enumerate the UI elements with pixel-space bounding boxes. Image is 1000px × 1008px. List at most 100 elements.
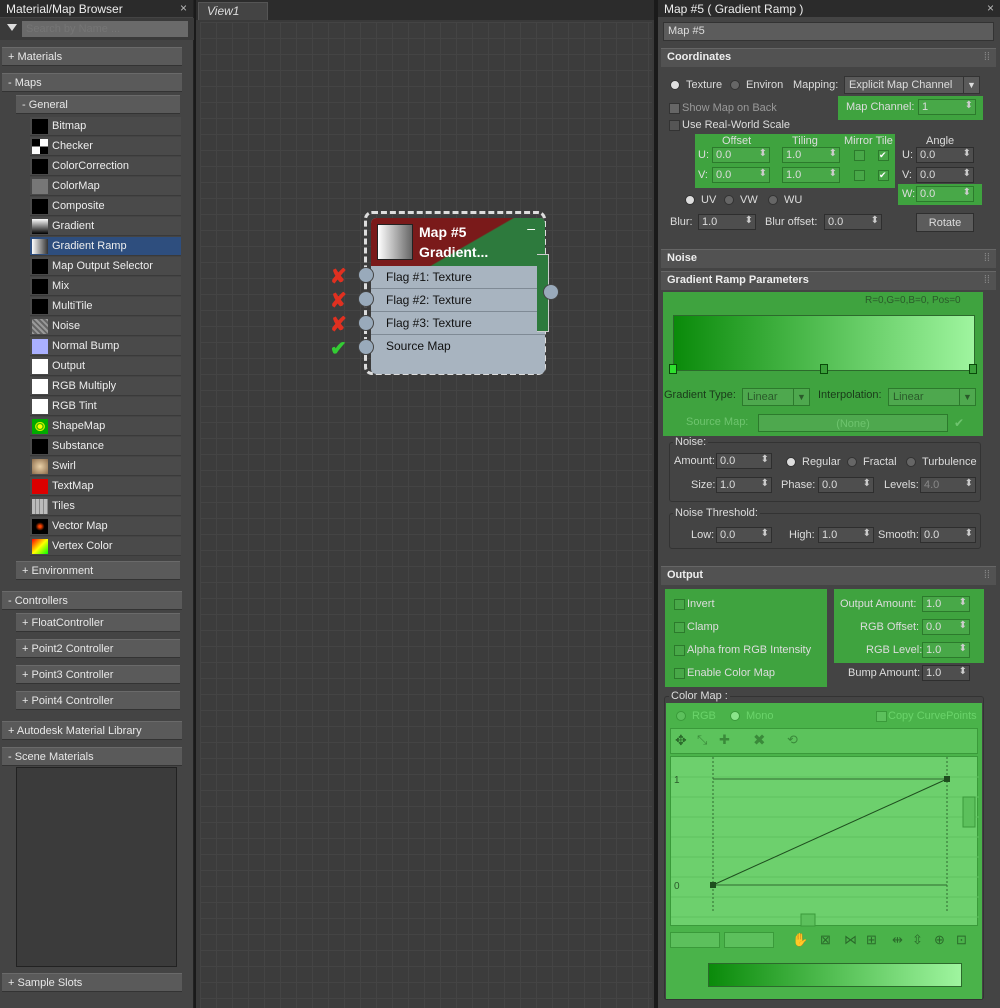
category-environment[interactable]: + Environment bbox=[16, 561, 180, 580]
mono-radio[interactable] bbox=[730, 711, 740, 721]
rgb-radio[interactable] bbox=[676, 711, 686, 721]
zoom-extents-icon[interactable]: ⊠ bbox=[820, 932, 831, 948]
scale-point-icon[interactable]: ⤡ bbox=[697, 732, 707, 748]
map-item-rgb-tint[interactable]: RGB Tint bbox=[30, 397, 181, 416]
v-offset-spinner[interactable]: 0.0 bbox=[712, 167, 770, 183]
map-item-rgb-multiply[interactable]: RGB Multiply bbox=[30, 377, 181, 396]
rgb-offset-spinner[interactable]: 0.0 bbox=[922, 619, 970, 635]
map-item-noise[interactable]: Noise bbox=[30, 317, 181, 336]
fractal-radio[interactable] bbox=[847, 457, 857, 467]
map-item-colormap[interactable]: ColorMap bbox=[30, 177, 181, 196]
map-item-gradient[interactable]: Gradient bbox=[30, 217, 181, 236]
dropdown-triangle-icon[interactable] bbox=[7, 24, 17, 31]
alpha-from-rgb-checkbox[interactable] bbox=[674, 645, 685, 656]
copy-curve-points-checkbox[interactable] bbox=[876, 711, 887, 722]
category-maps[interactable]: - Maps bbox=[2, 73, 182, 92]
rollout-noise[interactable]: Noise ⁞⁞ bbox=[661, 249, 996, 268]
port-output[interactable] bbox=[543, 284, 559, 300]
category-sample-slots[interactable]: + Sample Slots bbox=[2, 973, 182, 992]
u-tile-checkbox[interactable]: ✔ bbox=[878, 150, 889, 161]
v-tiling-spinner[interactable]: 1.0 bbox=[782, 167, 840, 183]
category-scene-materials[interactable]: - Scene Materials bbox=[2, 747, 182, 766]
map-node-header[interactable]: Map #5 Gradient... – bbox=[371, 218, 545, 266]
clamp-checkbox[interactable] bbox=[674, 622, 685, 633]
category-float-controller[interactable]: + FloatController bbox=[16, 613, 180, 632]
uv-radio[interactable] bbox=[685, 195, 695, 205]
phase-spinner[interactable]: 0.0 bbox=[818, 477, 874, 493]
map-item-substance[interactable]: Substance bbox=[30, 437, 181, 456]
move-icon[interactable]: ✥ bbox=[675, 732, 687, 749]
map-item-bitmap[interactable]: Bitmap bbox=[30, 117, 181, 136]
category-point4-controller[interactable]: + Point4 Controller bbox=[16, 691, 180, 710]
smooth-spinner[interactable]: 0.0 bbox=[920, 527, 976, 543]
u-offset-spinner[interactable]: 0.0 bbox=[712, 147, 770, 163]
invert-checkbox[interactable] bbox=[674, 599, 685, 610]
output-amount-spinner[interactable]: 1.0 bbox=[922, 596, 970, 612]
category-point2-controller[interactable]: + Point2 Controller bbox=[16, 639, 180, 658]
rollout-output[interactable]: Output ⁞⁞ bbox=[661, 566, 996, 585]
scene-materials-list[interactable] bbox=[16, 767, 177, 967]
map-item-shapemap[interactable]: ShapeMap bbox=[30, 417, 181, 436]
map-item-mix[interactable]: Mix bbox=[30, 277, 181, 296]
slot-flag3[interactable]: Flag #3: Texture bbox=[371, 312, 545, 335]
map-item-output[interactable]: Output bbox=[30, 357, 181, 376]
pan-icon[interactable]: ✋ bbox=[792, 932, 808, 948]
v-tile-checkbox[interactable]: ✔ bbox=[878, 170, 889, 181]
show-map-on-back-checkbox[interactable] bbox=[669, 103, 680, 114]
port-flag1[interactable] bbox=[358, 267, 374, 283]
blur-offset-spinner[interactable]: 0.0 bbox=[824, 214, 882, 230]
reset-curve-icon[interactable]: ⟲ bbox=[787, 732, 798, 748]
curve-y-field[interactable] bbox=[724, 932, 774, 948]
high-spinner[interactable]: 1.0 bbox=[818, 527, 874, 543]
rollout-coordinates[interactable]: Coordinates ⁞⁞ bbox=[661, 48, 996, 67]
map-item-textmap[interactable]: TextMap bbox=[30, 477, 181, 496]
gradient-flag-end[interactable] bbox=[969, 364, 977, 374]
zoom-horizontally-icon[interactable]: ⇹ bbox=[892, 932, 903, 948]
map-item-swirl[interactable]: Swirl bbox=[30, 457, 181, 476]
minimize-icon[interactable]: – bbox=[527, 220, 535, 236]
zoom-vertically-icon[interactable]: ⇳ bbox=[912, 932, 923, 948]
environ-radio[interactable] bbox=[730, 80, 740, 90]
close-icon[interactable]: × bbox=[180, 1, 187, 15]
rgb-level-spinner[interactable]: 1.0 bbox=[922, 642, 970, 658]
turbulence-radio[interactable] bbox=[906, 457, 916, 467]
map-item-checker[interactable]: Checker bbox=[30, 137, 181, 156]
u-angle-spinner[interactable]: 0.0 bbox=[916, 147, 974, 163]
map-channel-spinner[interactable]: 1 bbox=[918, 99, 976, 115]
map-item-tiles[interactable]: Tiles bbox=[30, 497, 181, 516]
map-name-field[interactable]: Map #5 bbox=[663, 22, 994, 41]
close-icon[interactable]: × bbox=[987, 1, 994, 15]
map-node[interactable]: Map #5 Gradient... – Flag #1: Texture Fl… bbox=[364, 211, 546, 375]
curve-x-field[interactable] bbox=[670, 932, 720, 948]
u-mirror-checkbox[interactable] bbox=[854, 150, 865, 161]
slot-flag1[interactable]: Flag #1: Texture bbox=[371, 266, 545, 289]
gradient-flag-start[interactable] bbox=[669, 364, 677, 374]
zoom-horizontal-extents-icon[interactable]: ⋈ bbox=[844, 932, 857, 948]
rotate-button[interactable]: Rotate bbox=[916, 213, 974, 232]
rollout-gradient-ramp-parameters[interactable]: Gradient Ramp Parameters ⁞⁞ bbox=[661, 271, 996, 290]
category-materials[interactable]: + Materials bbox=[2, 47, 182, 66]
zoom-icon[interactable]: ⊕ bbox=[934, 932, 945, 948]
u-tiling-spinner[interactable]: 1.0 bbox=[782, 147, 840, 163]
port-flag3[interactable] bbox=[358, 315, 374, 331]
gradient-ramp-preview[interactable] bbox=[673, 315, 975, 371]
w-angle-spinner[interactable]: 0.0 bbox=[916, 186, 974, 202]
regular-radio[interactable] bbox=[786, 457, 796, 467]
slot-flag2[interactable]: Flag #2: Texture bbox=[371, 289, 545, 312]
category-point3-controller[interactable]: + Point3 Controller bbox=[16, 665, 180, 684]
category-controllers[interactable]: - Controllers bbox=[2, 591, 182, 610]
delete-point-icon[interactable]: ✖ bbox=[753, 731, 766, 749]
search-input[interactable] bbox=[22, 21, 188, 37]
map-item-gradient-ramp[interactable]: Gradient Ramp bbox=[30, 237, 181, 256]
use-real-world-scale-checkbox[interactable] bbox=[669, 120, 680, 131]
tab-view1[interactable]: View1 bbox=[198, 2, 268, 20]
map-item-normal-bump[interactable]: Normal Bump bbox=[30, 337, 181, 356]
map-item-vertex-color[interactable]: Vertex Color bbox=[30, 537, 181, 556]
low-spinner[interactable]: 0.0 bbox=[716, 527, 772, 543]
category-autodesk-material-library[interactable]: + Autodesk Material Library bbox=[2, 721, 182, 740]
curve-editor[interactable]: 1 0 bbox=[670, 756, 979, 927]
node-canvas[interactable]: ✘ ✘ ✘ ✔ Map #5 Gradient... – Flag #1: Te… bbox=[200, 22, 652, 1008]
slot-source-map[interactable]: Source Map bbox=[371, 335, 545, 358]
port-source-map[interactable] bbox=[358, 339, 374, 355]
amount-spinner[interactable]: 0.0 bbox=[716, 453, 772, 469]
